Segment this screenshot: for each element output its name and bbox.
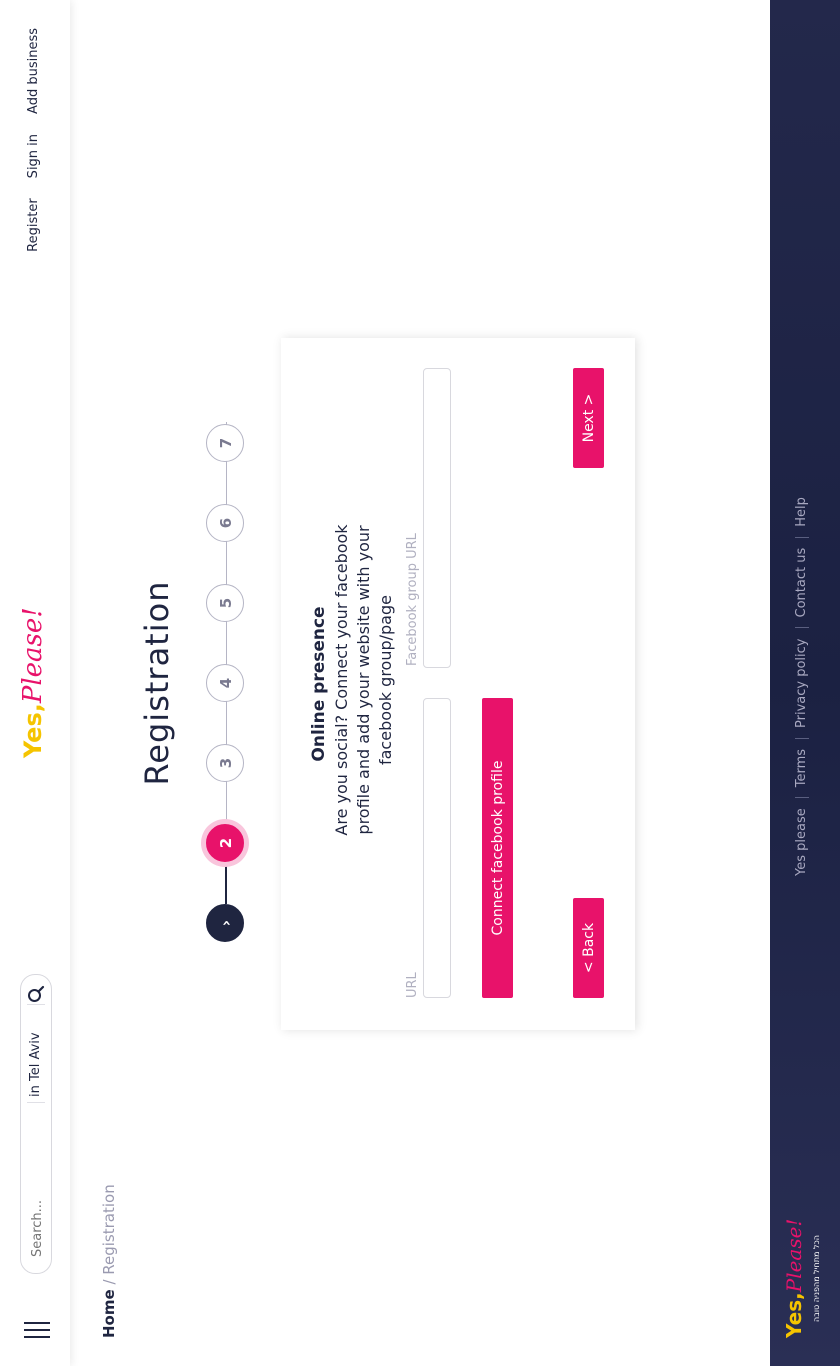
hamburger-menu-icon[interactable]: [24, 1316, 50, 1338]
breadcrumb-current: Registration: [100, 1184, 118, 1275]
step-3[interactable]: 3: [206, 744, 244, 782]
logo-yes-text: Yes,: [19, 703, 47, 758]
next-button[interactable]: Next >: [573, 368, 604, 468]
footer-link-contact-us[interactable]: Contact us: [794, 548, 809, 618]
step-1-completed-icon[interactable]: ›: [206, 904, 244, 942]
step-6[interactable]: 6: [206, 504, 244, 542]
footer-link-help[interactable]: Help: [794, 497, 809, 527]
breadcrumb-home[interactable]: Home: [100, 1289, 118, 1338]
breadcrumb: Home / Registration: [100, 1184, 118, 1338]
breadcrumb-separator: /: [100, 1274, 118, 1290]
step-4[interactable]: 4: [206, 664, 244, 702]
add-business-link[interactable]: Add business: [26, 28, 41, 114]
online-presence-card: Online presence Are you social? Connect …: [281, 338, 635, 1030]
footer-logo-yes-text: Yes,: [782, 1292, 806, 1338]
footer-tagline: הכל מתחיל מהפניה טובה: [812, 1235, 821, 1322]
registration-stepper: › 2 3 4 5 6 7: [206, 422, 246, 942]
search-input[interactable]: [26, 1135, 48, 1259]
register-link[interactable]: Register: [26, 198, 41, 252]
stepper-line-completed: [225, 860, 227, 904]
search-divider: [27, 1004, 45, 1005]
facebook-group-url-label: Facebook group URL: [405, 533, 420, 666]
facebook-group-url-input[interactable]: [423, 368, 451, 668]
logo-please-text: Please!: [18, 607, 48, 704]
location-selector[interactable]: in Tel Aviv: [28, 1032, 43, 1097]
footer-links: Yes please Terms Privacy policy Contact …: [794, 497, 809, 876]
page-canvas: in Tel Aviv Yes,Please! Register Sign in…: [0, 0, 840, 1366]
card-title: Online presence: [309, 606, 329, 762]
footer-divider: [794, 627, 809, 629]
step-2[interactable]: 2: [206, 824, 244, 862]
search-divider: [27, 1102, 45, 1103]
page-title: Registration: [138, 580, 176, 786]
footer-link-terms[interactable]: Terms: [794, 749, 809, 787]
header-nav: Register Sign in Add business: [26, 0, 41, 252]
footer-divider: [794, 737, 809, 739]
url-input[interactable]: [423, 698, 451, 998]
sign-in-link[interactable]: Sign in: [26, 134, 41, 178]
footer-divider: [794, 536, 809, 538]
footer-link-privacy-policy[interactable]: Privacy policy: [794, 639, 809, 728]
footer-link-yes-please[interactable]: Yes please: [794, 808, 809, 876]
card-description: Are you social? Connect your facebook pr…: [332, 524, 395, 836]
footer-logo-please-text: Please!: [782, 1218, 806, 1293]
site-footer: Yes,Please! הכל מתחיל מהפניה טובה Yes pl…: [770, 0, 840, 1366]
step-7[interactable]: 7: [206, 424, 244, 462]
footer-divider: [794, 797, 809, 799]
site-logo[interactable]: Yes,Please!: [18, 607, 48, 758]
search-bar: in Tel Aviv: [20, 974, 52, 1274]
search-icon[interactable]: [27, 985, 45, 1003]
url-label: URL: [405, 972, 420, 998]
connect-facebook-button[interactable]: Connect facebook profile: [482, 698, 513, 998]
footer-logo[interactable]: Yes,Please!: [782, 1219, 806, 1338]
step-5[interactable]: 5: [206, 584, 244, 622]
top-header: in Tel Aviv Yes,Please! Register Sign in…: [0, 0, 70, 1366]
back-button[interactable]: < Back: [573, 898, 604, 998]
